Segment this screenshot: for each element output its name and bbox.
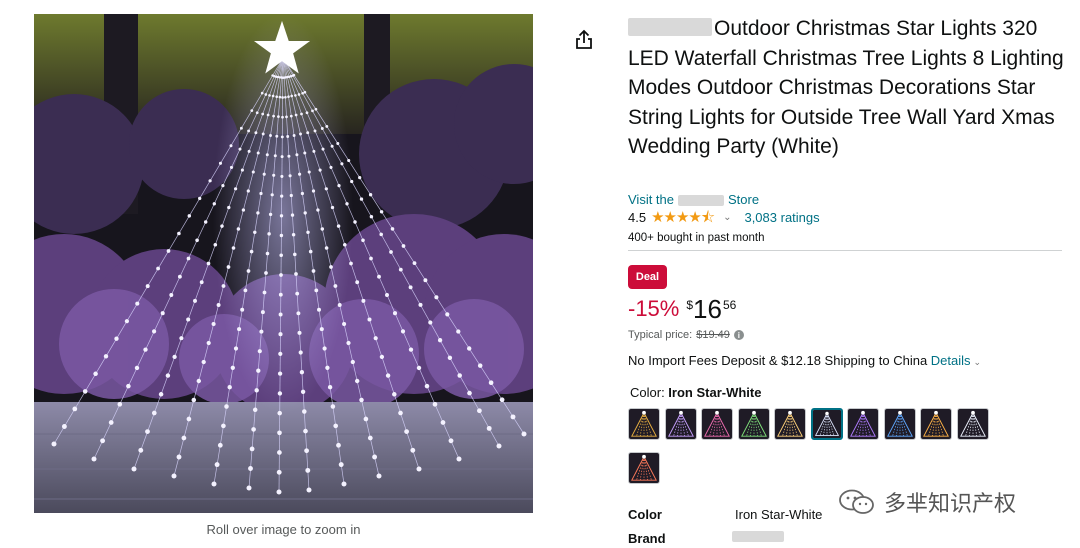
swatch-thumbnail <box>702 409 732 439</box>
swatch-thumbnail <box>884 409 915 439</box>
attr-color-value: Iron Star-White <box>735 507 823 522</box>
swatch-thumbnail <box>738 409 769 439</box>
color-swatch[interactable] <box>883 408 916 440</box>
attr-brand-label: Brand <box>628 531 666 546</box>
store-prefix: Visit the <box>628 192 675 207</box>
swatch-thumbnail <box>629 453 659 483</box>
watermark: 多芈知识产权 <box>838 486 1016 518</box>
redacted-brand <box>628 18 712 37</box>
bought-past-month: 400+ bought in past month <box>628 232 765 244</box>
color-swatch[interactable] <box>664 408 697 440</box>
redacted-store-name <box>678 195 725 207</box>
chevron-down-icon[interactable]: ⌄ <box>723 212 731 223</box>
watermark-text: 多芈知识产权 <box>884 491 1017 516</box>
divider <box>628 250 1062 251</box>
swatch-thumbnail <box>665 409 696 439</box>
info-icon[interactable]: i <box>733 330 744 340</box>
color-swatch[interactable] <box>774 408 806 440</box>
color-label: Color: <box>630 385 669 400</box>
swatch-thumbnail <box>812 410 841 438</box>
star-rating-icon[interactable]: ★★★★⯪ <box>651 210 715 225</box>
discount-percent: -15% <box>628 296 680 321</box>
color-swatch[interactable] <box>628 408 660 440</box>
price-row: -15% $ 16 56 <box>628 294 736 324</box>
color-swatch[interactable] <box>810 408 843 440</box>
swatch-thumbnail <box>775 409 805 439</box>
rating-row: 4.5 ★★★★⯪ ⌄ 3,083 ratings <box>628 210 820 225</box>
color-swatch[interactable] <box>956 408 989 440</box>
shipping-info: No Import Fees Deposit & $12.18 Shipping… <box>628 353 981 368</box>
price-whole: 16 <box>693 294 722 324</box>
product-title-text: Outdoor Christmas Star Lights 320 LED Wa… <box>628 17 1064 158</box>
deal-badge: Deal <box>628 265 667 289</box>
christmas-tree-lights-photo <box>34 14 533 513</box>
color-swatch[interactable] <box>737 408 770 440</box>
rating-value: 4.5 <box>628 210 647 225</box>
visit-store-link[interactable]: Visit the Store <box>628 192 759 207</box>
typical-price-label: Typical price: <box>628 329 693 341</box>
shipping-details-link[interactable]: Details <box>931 353 971 368</box>
redacted-brand-value <box>732 531 784 542</box>
wechat-icon <box>839 489 874 514</box>
product-title: Outdoor Christmas Star Lights 320 LED Wa… <box>628 14 1068 162</box>
price-fraction: 56 <box>722 298 737 312</box>
attr-color-label: Color <box>628 507 662 522</box>
swatch-thumbnail <box>629 409 659 439</box>
share-icon[interactable] <box>573 28 595 52</box>
store-suffix: Store <box>728 192 760 207</box>
typical-price-value: $19.49 <box>696 329 730 341</box>
swatch-thumbnail <box>848 409 878 439</box>
swatch-thumbnail <box>921 409 951 439</box>
shipping-text: No Import Fees Deposit & $12.18 Shipping… <box>628 353 931 368</box>
color-swatch[interactable] <box>701 408 733 440</box>
typical-price-row: Typical price: $19.49 i <box>628 329 744 341</box>
zoom-hint: Roll over image to zoom in <box>206 522 361 537</box>
chevron-down-icon[interactable]: ⌄ <box>974 357 982 367</box>
main-product-image[interactable] <box>34 14 533 513</box>
color-swatch[interactable] <box>920 408 952 440</box>
color-swatch[interactable] <box>847 408 879 440</box>
color-swatch[interactable] <box>628 452 660 484</box>
selected-color-value: Iron Star-White <box>668 385 762 400</box>
swatch-thumbnail <box>957 409 988 439</box>
ratings-count-link[interactable]: 3,083 ratings <box>744 210 819 225</box>
price-currency: $ <box>686 298 694 312</box>
color-selection-label: Color: Iron Star-White <box>630 385 761 400</box>
